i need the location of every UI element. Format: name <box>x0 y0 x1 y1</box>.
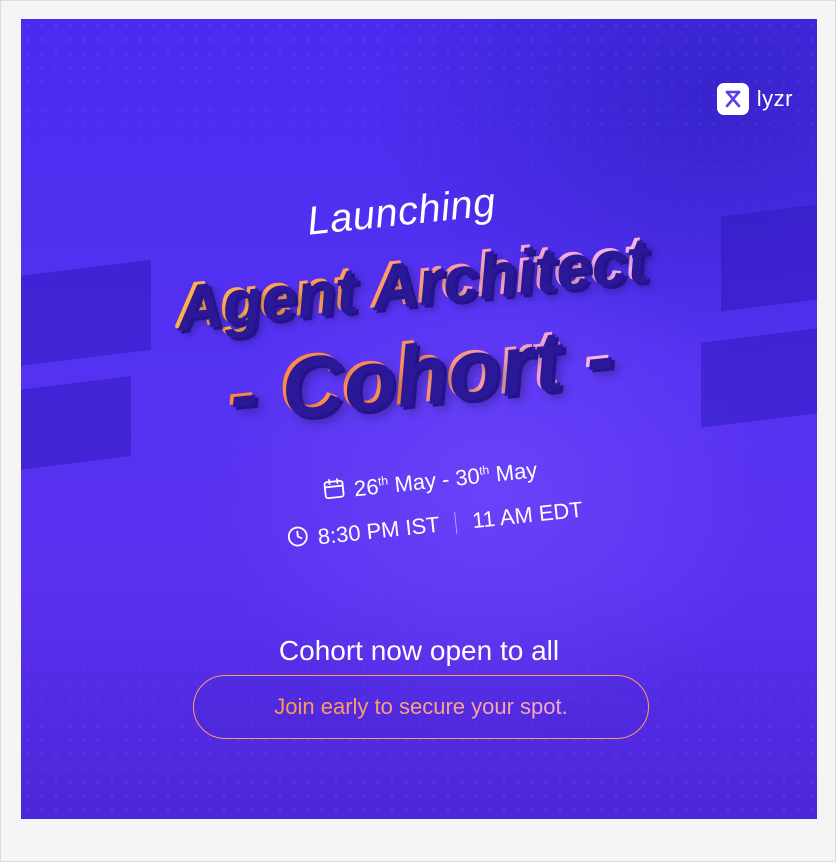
clock-icon <box>285 523 312 555</box>
time-ist: 8:30 PM IST <box>316 511 441 550</box>
post-frame: lyzr Launching Agent Architect - Cohort … <box>0 0 836 862</box>
promo-banner: lyzr Launching Agent Architect - Cohort … <box>21 19 817 819</box>
join-early-label: Join early to secure your spot. <box>274 694 568 719</box>
time-edt: 11 AM EDT <box>471 496 584 534</box>
time-divider <box>454 511 458 534</box>
announcement-text: Cohort now open to all <box>278 635 560 666</box>
date-text: 26th May - 30th May <box>352 457 539 502</box>
calendar-icon <box>321 475 348 507</box>
join-early-button[interactable]: Join early to secure your spot. <box>193 675 649 739</box>
